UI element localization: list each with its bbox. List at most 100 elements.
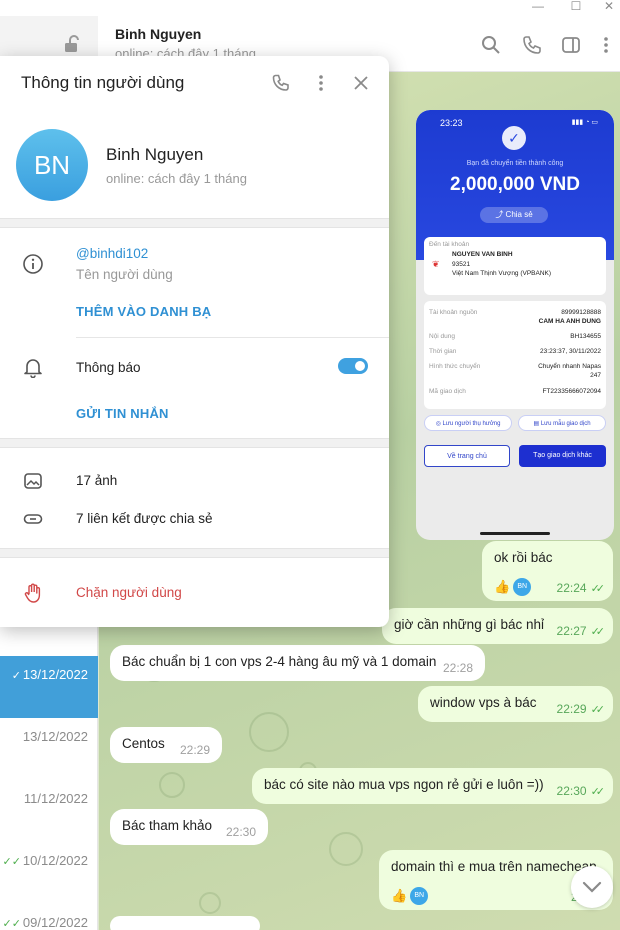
message-time: 22:29	[179, 743, 210, 757]
chat-date: 10/12/2022	[22, 853, 88, 868]
chat-date: 11/12/2022	[23, 791, 88, 806]
check-icon: ✓	[502, 126, 526, 150]
message-text: Centos	[122, 736, 165, 751]
message-bubble[interactable]: window vps à bác 22:29 ✓✓	[418, 686, 613, 722]
message-text: Bác tham khảo	[122, 818, 213, 833]
message-text: Bác chuẩn bị 1 con vps 2-4 hàng âu mỹ và…	[122, 654, 437, 669]
receipt-share-label: Chia sẻ	[505, 210, 533, 219]
thumbs-up-icon: 👍	[494, 579, 511, 594]
receipt-amount: 2,000,000 VND	[450, 174, 580, 195]
message-bubble[interactable]: Bác chuẩn bị 1 con vps 2-4 hàng âu mỹ và…	[110, 645, 485, 681]
thumbs-up-icon: 👍	[391, 888, 408, 903]
block-user-button[interactable]: Chặn người dùng	[76, 585, 182, 600]
message-time: 22:29 ✓✓	[556, 702, 606, 716]
receipt-row-value: Chuyển nhanh Napas	[538, 363, 601, 370]
photos-count[interactable]: 17 ảnh	[76, 473, 117, 488]
background-doodle	[329, 832, 363, 866]
more-icon[interactable]	[311, 73, 331, 93]
user-info-panel: Thông tin người dùng BN Binh Nguyen onli…	[0, 56, 389, 627]
phone-icon[interactable]	[271, 73, 291, 93]
phone-icon[interactable]	[521, 34, 543, 56]
message-time: 22:28	[442, 661, 473, 675]
message-time: 22:24 ✓✓	[556, 581, 606, 595]
receipt-row-label: Tài khoản nguồn	[429, 309, 478, 316]
photo-icon	[24, 473, 42, 489]
message-reactions[interactable]: 👍 BN	[391, 887, 429, 905]
background-doodle	[199, 892, 221, 914]
chat-date: 09/12/2022	[22, 915, 88, 930]
background-doodle	[159, 772, 185, 798]
add-contact-button[interactable]: THÊM VÀO DANH BẠ	[76, 304, 211, 319]
message-bubble[interactable]: Centos 22:29	[110, 727, 222, 763]
receipt-note: Bạn đã chuyển tiền thành công	[466, 160, 564, 167]
receipt-save-recipient: ◎ Lưu người thụ hưởng	[424, 415, 512, 431]
background-doodle	[249, 712, 289, 752]
message-time: 22:27 ✓✓	[556, 624, 606, 638]
receipt-share-button: ⤴ Chia sẻ	[480, 207, 548, 223]
receipt-row-value: FT22335666072094	[542, 388, 601, 395]
receipt-new-transaction-button: Tạo giao dịch khác	[519, 445, 606, 467]
maximize-button[interactable]: ☐	[561, 0, 591, 16]
more-icon[interactable]	[595, 34, 617, 56]
receipt-save-template-label: Lưu mẫu giao dịch	[540, 421, 591, 427]
receipt-status-icons: ▮▮▮ ◔ ▭	[571, 119, 598, 126]
chat-list-item[interactable]: ✓ 13/12/2022	[0, 656, 98, 718]
avatar: BN	[513, 578, 532, 596]
message-text: domain thì e mua trên namecheap	[391, 859, 597, 874]
receipt-save-recipient-label: Lưu người thụ hưởng	[442, 421, 501, 427]
receipt-to-label: Đến tài khoản	[429, 241, 470, 248]
notifications-label: Thông báo	[76, 360, 141, 375]
receipt-row-value: BH134655	[570, 333, 601, 340]
chat-date: 13/12/2022	[22, 667, 88, 682]
info-icon	[23, 254, 43, 274]
receipt-details-card: Tài khoản nguồn 89999128888 CAM HA ANH D…	[424, 301, 606, 409]
message-reactions[interactable]: 👍 BN	[494, 578, 532, 596]
bell-icon	[24, 359, 42, 378]
message-bubble[interactable]: ok rồi bác 👍 BN 22:24 ✓✓	[482, 541, 613, 601]
section-divider	[0, 438, 389, 448]
link-icon	[23, 514, 43, 524]
receipt-recipient-card: Đến tài khoản ❦ NGUYEN VAN BINH 93521 Vi…	[424, 237, 606, 295]
transfer-receipt-image[interactable]: 23:23 ▮▮▮ ◔ ▭ ✓ Bạn đã chuyển tiền thành…	[416, 110, 614, 540]
message-bubble[interactable]: Bác tham khảo 22:30	[110, 809, 268, 845]
search-icon[interactable]	[480, 34, 502, 56]
message-bubble[interactable]: giờ cần những gì bác nhỉ 22:27 ✓✓	[382, 608, 613, 644]
username-link[interactable]: @binhdi102	[76, 246, 148, 261]
receipt-phone-time: 23:23	[440, 118, 463, 128]
chat-list-item[interactable]: ✓✓ 09/12/2022	[0, 904, 98, 930]
receipt-row-label: Thời gian	[429, 348, 457, 355]
hand-icon	[24, 583, 41, 603]
receipt-row-label: Mã giao dịch	[429, 388, 466, 395]
message-text: giờ cần những gì bác nhỉ	[394, 617, 544, 632]
toggle-knob	[353, 359, 367, 373]
bank-logo-icon: ❦	[432, 259, 440, 269]
message-text: window vps à bác	[430, 695, 537, 710]
avatar[interactable]: BN	[16, 129, 88, 201]
user-name: Binh Nguyen	[106, 145, 204, 164]
message-bubble[interactable]	[110, 916, 260, 930]
chat-list-item[interactable]: 11/12/2022	[0, 780, 98, 842]
message-text: ok rồi bác	[494, 550, 553, 565]
chat-title[interactable]: Binh Nguyen	[115, 26, 201, 42]
receipt-save-template: ▤ Lưu mẫu giao dịch	[518, 415, 606, 431]
minimize-button[interactable]: —	[523, 0, 553, 16]
message-bubble[interactable]: bác có site nào mua vps ngon rẻ gửi e lu…	[252, 768, 613, 804]
notifications-toggle[interactable]	[338, 358, 368, 374]
chevron-down-icon	[582, 881, 602, 893]
lock-icon[interactable]	[62, 34, 82, 54]
close-window-button[interactable]: ✕	[594, 0, 620, 16]
receipt-row-label: Nội dung	[429, 333, 456, 340]
receipt-to-bank: Việt Nam Thịnh Vượng (VPBANK)	[452, 270, 552, 277]
chat-list-item[interactable]: 13/12/2022	[0, 718, 98, 780]
username-label: Tên người dùng	[76, 267, 173, 282]
shared-links-count[interactable]: 7 liên kết được chia sẻ	[76, 511, 212, 526]
sidebar-icon[interactable]	[560, 34, 582, 56]
section-divider	[0, 218, 389, 228]
scroll-down-button[interactable]	[571, 866, 613, 908]
close-icon[interactable]	[351, 73, 371, 93]
home-indicator	[480, 532, 550, 535]
user-status: online: cách đây 1 tháng	[106, 171, 247, 186]
window-titlebar: — ☐ ✕	[0, 0, 620, 16]
chat-list-item[interactable]: ✓✓ 10/12/2022	[0, 842, 98, 904]
send-message-button[interactable]: GỬI TIN NHẮN	[76, 406, 169, 421]
